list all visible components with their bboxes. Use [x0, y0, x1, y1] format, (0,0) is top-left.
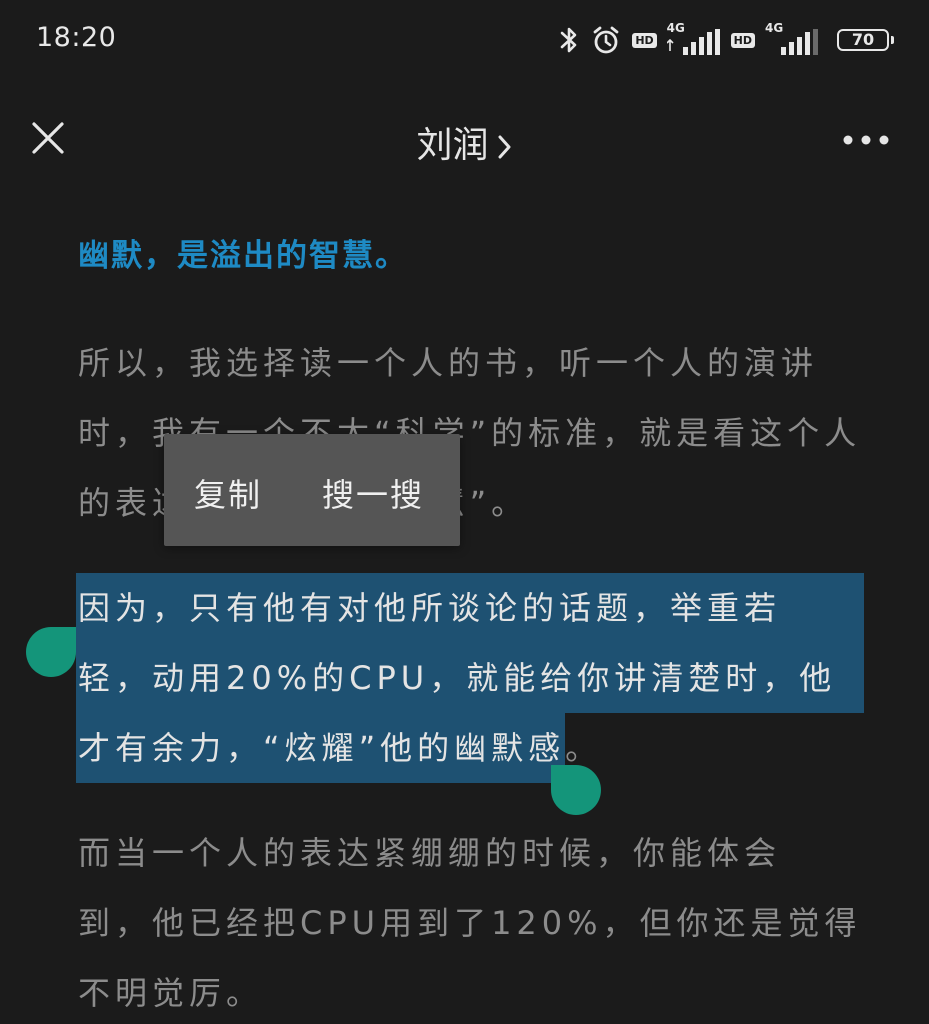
article-content: 幽默，是溢出的智慧。 所以，我选择读一个人的书，听一个人的演讲 时，我有一个不太… [76, 226, 864, 1024]
paragraph-line: 不明觉厉。 [78, 974, 264, 1012]
copy-button[interactable]: 复制 [194, 470, 262, 516]
reader-page: 18:20 HD 4G HD 4G 70 刘润 幽默，是溢出的智慧。 所以，我选… [0, 0, 929, 1024]
paragraph-2-selected[interactable]: 因为，只有他有对他所谈论的话题，举重若 轻，动用20%的CPU，就能给你讲清楚时… [76, 573, 864, 783]
paragraph-3: 而当一个人的表达紧绷绷的时候，你能体会 到，他已经把CPU用到了120%，但你还… [78, 818, 858, 1024]
battery-level: 70 [851, 30, 875, 49]
data-arrows-icon [666, 39, 674, 51]
chevron-right-icon [498, 135, 510, 159]
signal-group-1: 4G [666, 21, 721, 55]
author-name: 刘润 [416, 125, 489, 166]
selected-text-line: 轻，动用20%的CPU，就能给你讲清楚时，他 [76, 643, 864, 713]
status-icons: HD 4G HD 4G 70 [558, 20, 894, 60]
unselected-tail: 。 [565, 729, 603, 767]
paragraph-line: 而当一个人的表达紧绷绷的时候，你能体会 [78, 834, 782, 872]
signal-group-2: 4G [765, 21, 819, 55]
selected-text-line: 才有余力，“炫耀”他的幽默感 [76, 713, 566, 783]
search-button[interactable]: 搜一搜 [322, 470, 424, 516]
status-bar: 18:20 HD 4G HD 4G 70 [0, 0, 929, 80]
text-selection-menu: 复制 搜一搜 [164, 434, 460, 546]
author-title[interactable]: 刘润 [0, 116, 929, 168]
hd-badge-2: HD [730, 32, 755, 48]
article-header: 刘润 [0, 100, 929, 180]
alarm-icon [593, 26, 619, 54]
selection-end-handle[interactable] [551, 765, 601, 815]
signal-icon [781, 29, 818, 55]
article-heading: 幽默，是溢出的智慧。 [78, 238, 408, 274]
hd-badge-1: HD [632, 32, 657, 48]
battery-icon: 70 [837, 29, 894, 51]
status-time: 18:20 [36, 22, 117, 53]
paragraph-line: 到，他已经把CPU用到了120%，但你还是觉得 [78, 904, 862, 942]
signal-icon [682, 29, 720, 55]
paragraph-line: 所以，我选择读一个人的书，听一个人的演讲 [78, 344, 819, 382]
selection-start-handle[interactable] [26, 627, 76, 677]
selected-text-line: 因为，只有他有对他所谈论的话题，举重若 [76, 573, 864, 643]
bluetooth-icon [561, 27, 577, 53]
more-icon[interactable] [841, 130, 891, 150]
